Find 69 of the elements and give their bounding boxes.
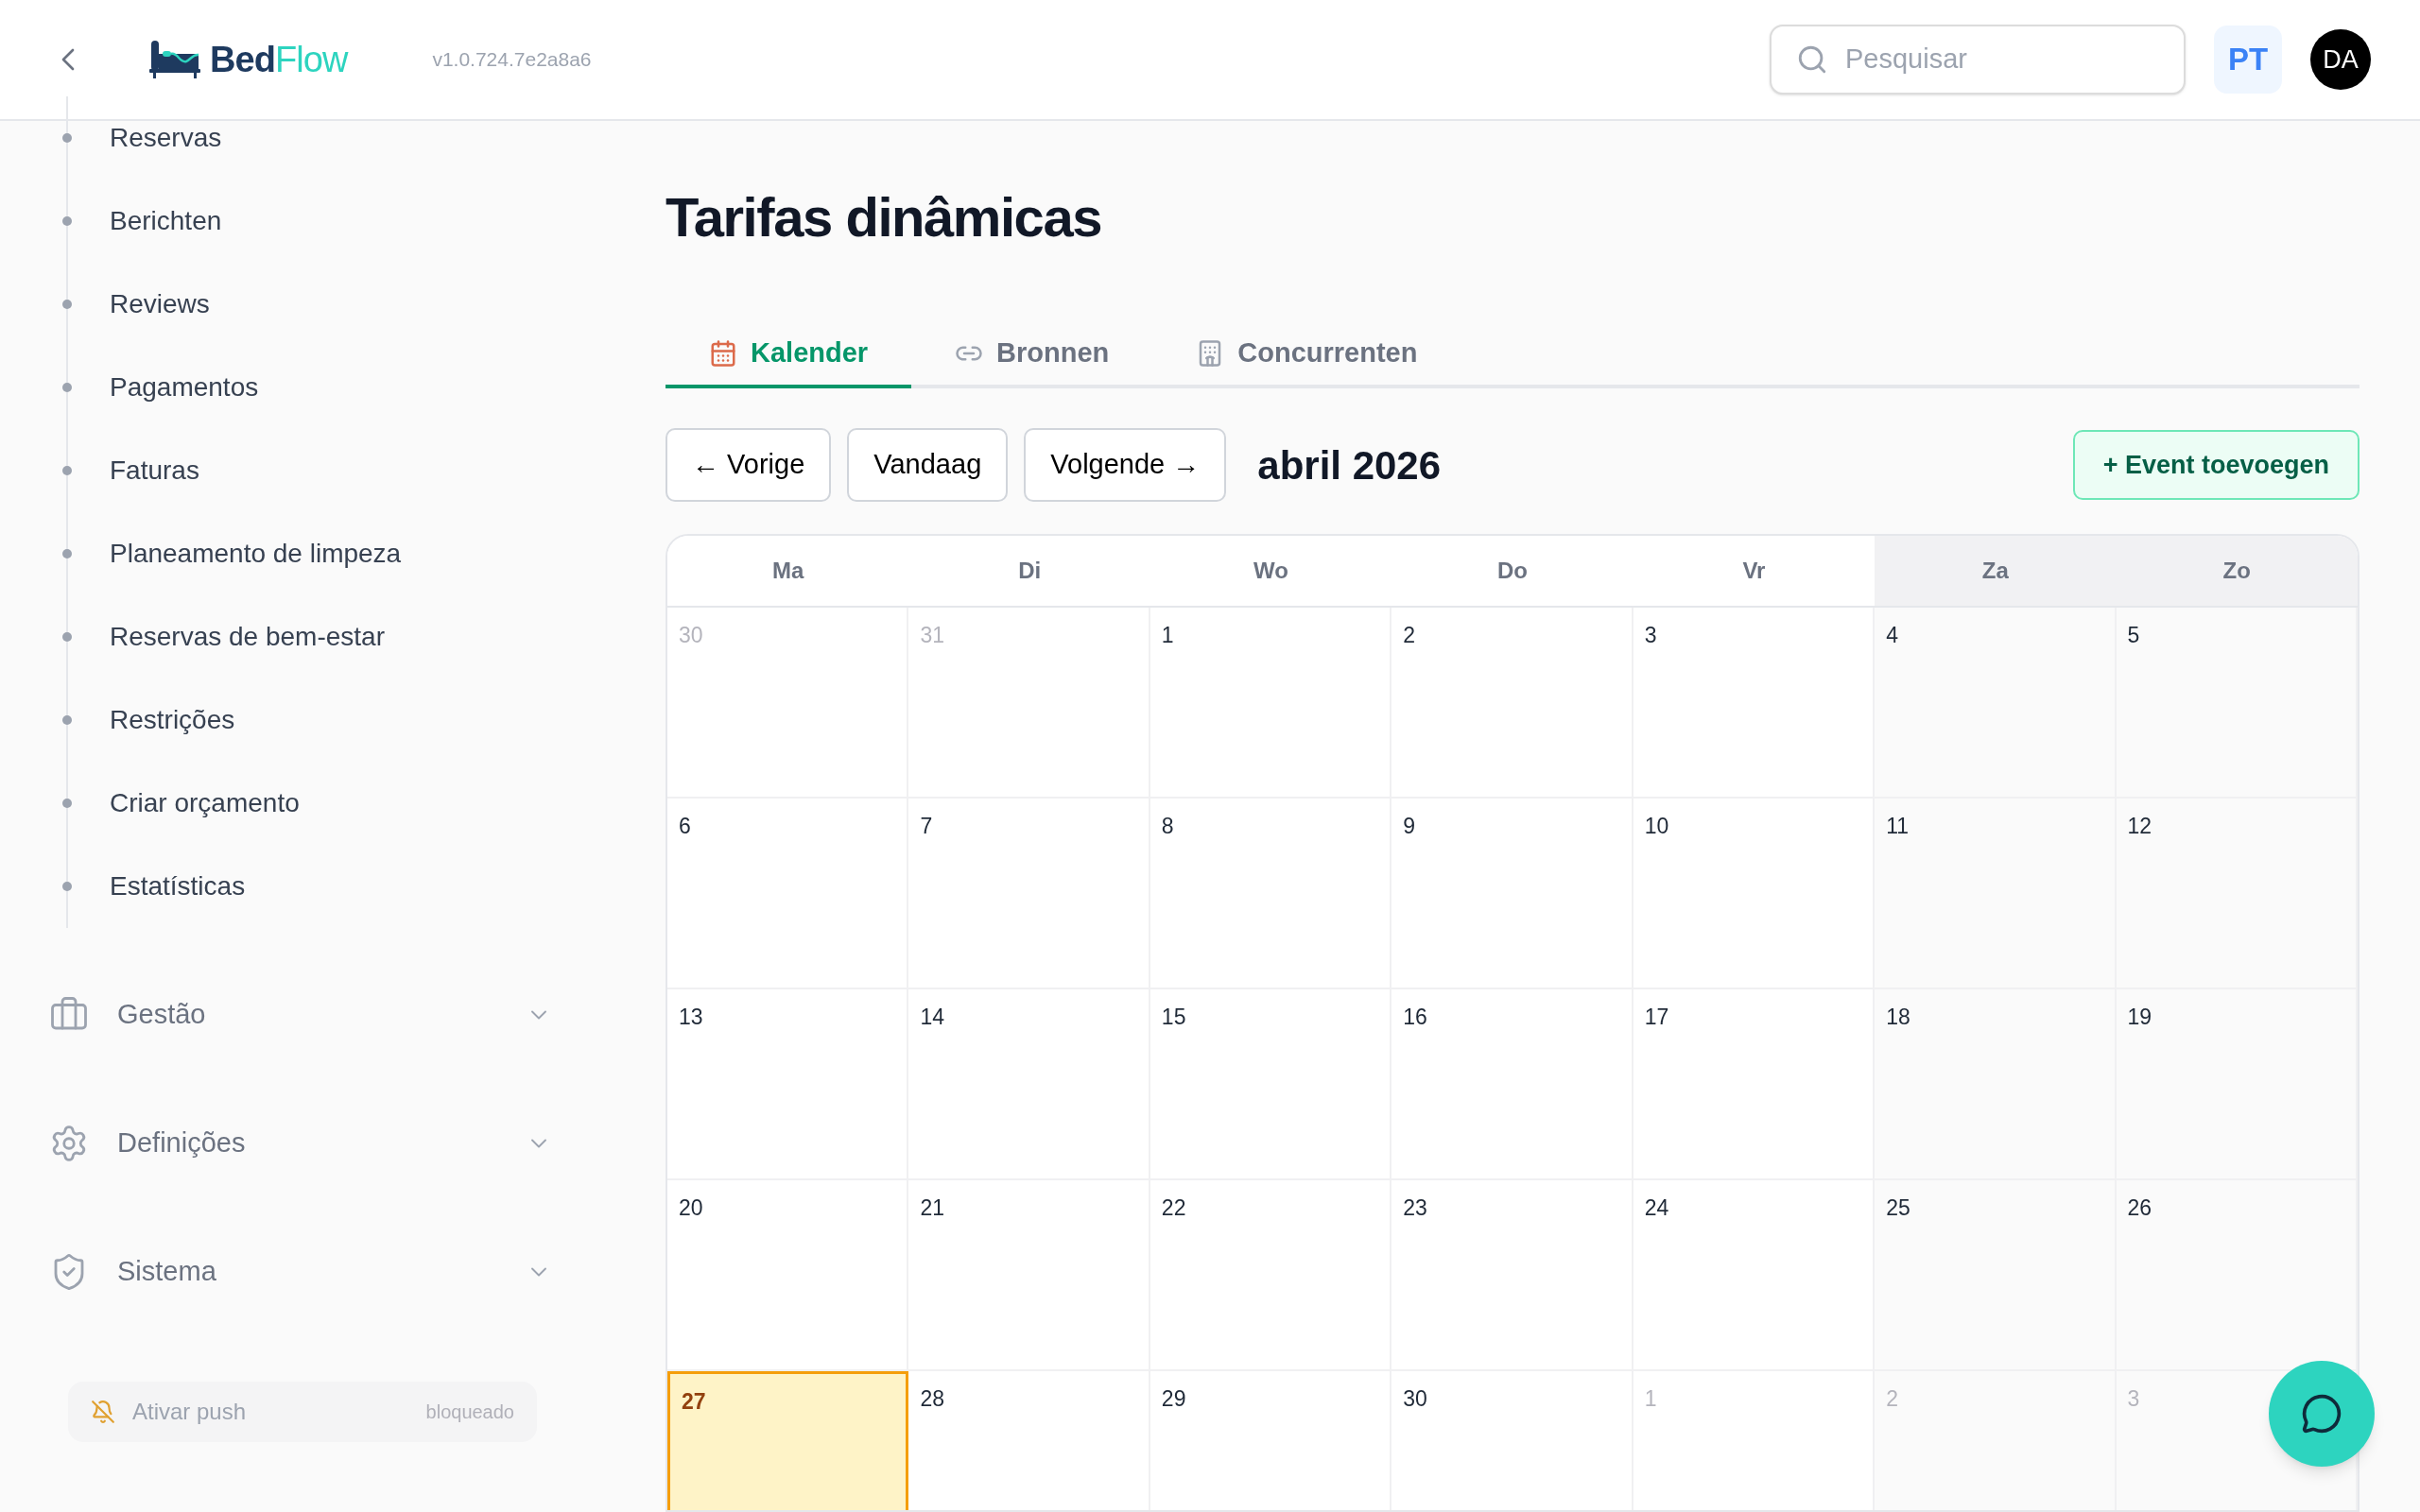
nav-group-label: Definições: [117, 1126, 247, 1160]
weekday-header: Za: [1875, 536, 2117, 606]
day-number[interactable]: 9: [1403, 814, 1416, 838]
day-number[interactable]: 25: [1886, 1195, 1910, 1220]
day-number[interactable]: 16: [1403, 1005, 1427, 1029]
user-avatar[interactable]: DA: [2310, 29, 2371, 90]
nav-item[interactable]: Berichten: [110, 201, 222, 241]
day-number[interactable]: 2: [1403, 623, 1416, 647]
nav-item[interactable]: Reservas: [110, 118, 222, 158]
day-number[interactable]: 19: [2127, 1005, 2152, 1029]
day-number[interactable]: 24: [1644, 1195, 1669, 1220]
day-number[interactable]: 21: [920, 1195, 944, 1220]
nav-item[interactable]: Estatísticas: [110, 867, 246, 906]
search-icon: [1796, 43, 1828, 76]
month-label: abril 2026: [1257, 441, 1442, 490]
today-button[interactable]: Vandaag: [847, 428, 1009, 502]
day-number[interactable]: 10: [1644, 814, 1669, 838]
nav-item[interactable]: Restrições: [110, 700, 235, 740]
day-number[interactable]: 17: [1644, 1005, 1669, 1029]
day-number[interactable]: 18: [1886, 1005, 1910, 1029]
next-button[interactable]: Volgende →: [1024, 428, 1227, 502]
day-number[interactable]: 13: [679, 1005, 703, 1029]
version-text: v1.0.724.7e2a8a6: [432, 47, 592, 73]
nav-item[interactable]: Reservas de bem-estar: [110, 617, 385, 657]
tab[interactable]: Bronnen: [911, 322, 1153, 388]
bell-off-icon: [91, 1400, 115, 1424]
day-number[interactable]: 20: [679, 1195, 703, 1220]
page-title: Tarifas dinâmicas: [666, 185, 1103, 249]
nav-group[interactable]: Definições: [49, 1119, 552, 1168]
today-cell[interactable]: 27: [667, 1371, 909, 1510]
calendar-icon: [709, 339, 737, 368]
nav-item[interactable]: Planeamento de limpeza: [110, 534, 402, 574]
nav-group-label: Gestão: [117, 998, 207, 1032]
push-status: bloqueado: [425, 1400, 514, 1424]
previous-button[interactable]: ← Vorige: [666, 428, 832, 502]
nav-group[interactable]: Gestão: [49, 990, 552, 1040]
day-number[interactable]: 6: [679, 814, 691, 838]
nav-group-label: Sistema: [117, 1255, 217, 1289]
day-number[interactable]: 1: [1161, 623, 1174, 647]
tab[interactable]: Kalender: [666, 322, 912, 388]
chat-icon: [2301, 1393, 2342, 1435]
day-number[interactable]: 12: [2127, 814, 2152, 838]
add-event-button[interactable]: + Event toevoegen: [2072, 430, 2360, 500]
day-number[interactable]: 15: [1161, 1005, 1186, 1029]
weekday-header: Zo: [2116, 536, 2358, 606]
tab[interactable]: Concurrenten: [1152, 322, 1461, 388]
day-number[interactable]: 7: [920, 814, 933, 838]
day-number[interactable]: 28: [920, 1386, 944, 1411]
nav-item[interactable]: Reviews: [110, 284, 210, 324]
logo-text: BedFlow: [210, 38, 348, 81]
search-input[interactable]: Pesquisar: [1845, 39, 2129, 80]
day-number[interactable]: 30: [1403, 1386, 1427, 1411]
nav-item[interactable]: Faturas: [110, 451, 199, 490]
nav-group[interactable]: Sistema: [49, 1247, 552, 1297]
day-number[interactable]: 11: [1886, 814, 1910, 838]
nav-item[interactable]: Criar orçamento: [110, 783, 300, 823]
day-number[interactable]: 14: [920, 1005, 944, 1029]
day-number[interactable]: 4: [1886, 623, 1898, 647]
day-number[interactable]: 23: [1403, 1195, 1427, 1220]
bed-logo-icon: [147, 39, 202, 80]
nav-item[interactable]: Pagamentos: [110, 368, 259, 407]
day-number[interactable]: 22: [1161, 1195, 1186, 1220]
day-number[interactable]: 27: [682, 1389, 706, 1414]
day-number[interactable]: 8: [1161, 814, 1174, 838]
search-field[interactable]: Pesquisar: [1770, 25, 2186, 94]
day-number[interactable]: 26: [2127, 1195, 2152, 1220]
day-number[interactable]: 29: [1161, 1386, 1186, 1411]
day-number[interactable]: 5: [2127, 623, 2140, 647]
day-number[interactable]: 3: [1644, 623, 1657, 647]
